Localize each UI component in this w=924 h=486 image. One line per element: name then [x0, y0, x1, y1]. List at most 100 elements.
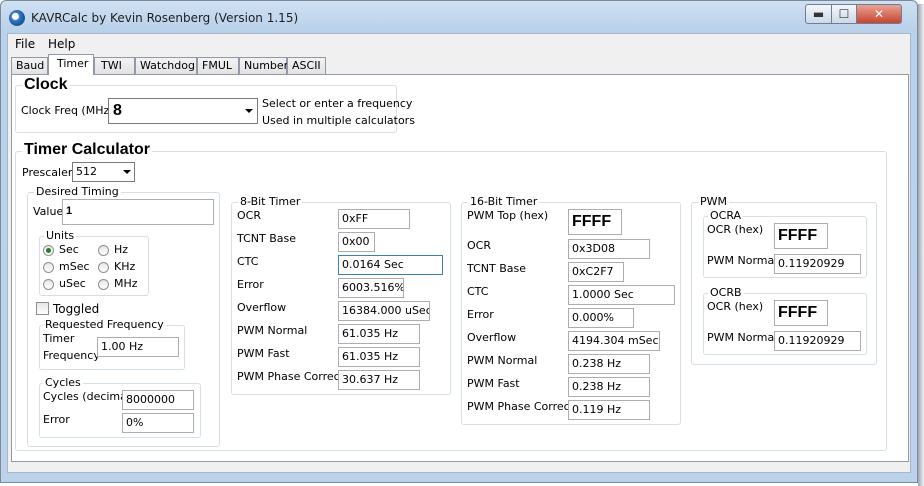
unit-sec-radio[interactable]: [43, 245, 54, 256]
t16-pwm-normal-label: PWM Normal: [467, 354, 537, 367]
desired-timing-title: Desired Timing: [34, 185, 121, 198]
t8-overflow-field[interactable]: 16384.000 uSec: [338, 301, 430, 321]
t16-error-label: Error: [467, 308, 494, 321]
unit-khz-label: KHz: [114, 260, 135, 273]
window-title: KAVRCalc by Kevin Rosenberg (Version 1.1…: [31, 11, 298, 25]
clock-hint-1: Select or enter a frequency: [262, 97, 412, 110]
pwm-title: PWM: [698, 195, 729, 208]
t16-pwm-fast-field[interactable]: 0.238 Hz: [568, 377, 650, 397]
title-bar[interactable]: KAVRCalc by Kevin Rosenberg (Version 1.1…: [1, 1, 917, 31]
menu-help[interactable]: Help: [48, 37, 75, 51]
t8-tcnt-field[interactable]: 0x00: [338, 232, 375, 252]
t8-pwm-phase-field[interactable]: 30.637 Hz: [338, 370, 420, 390]
menu-file[interactable]: File: [15, 37, 35, 51]
t8-error-field[interactable]: 6003.516%: [338, 278, 404, 298]
t8-error-label: Error: [237, 278, 264, 291]
ocrb-title: OCRB: [708, 286, 744, 299]
t8-ctc-label: CTC: [237, 255, 258, 268]
unit-usec-radio[interactable]: [43, 279, 54, 290]
unit-msec-radio[interactable]: [43, 262, 54, 273]
chevron-down-icon[interactable]: [245, 109, 253, 113]
cycles-field[interactable]: 8000000: [122, 390, 194, 410]
desired-value-input[interactable]: 1: [62, 199, 214, 225]
client-area: File Help Baud Timer TWI Watchdog FMUL N…: [7, 33, 911, 473]
unit-khz-radio[interactable]: [98, 262, 109, 273]
prescaler-value: 512: [76, 165, 97, 178]
ocrb-pwm-normal-field[interactable]: 0.11920929: [774, 331, 861, 351]
t8-pwm-phase-label: PWM Phase Correct: [237, 370, 344, 383]
timer-frequency-label-1: Timer: [43, 332, 74, 345]
t8-overflow-label: Overflow: [237, 301, 286, 314]
t8-ctc-field[interactable]: 0.0164 Sec: [338, 255, 443, 275]
t16-pwm-phase-label: PWM Phase Correct: [467, 400, 574, 413]
ocra-title: OCRA: [708, 209, 743, 222]
t8-ocr-label: OCR: [237, 209, 261, 222]
t8-pwm-normal-label: PWM Normal: [237, 324, 307, 337]
clock-group-title: Clock: [22, 76, 70, 94]
t16-top-field[interactable]: FFFF: [568, 209, 622, 235]
maximize-button[interactable]: ☐: [831, 4, 857, 24]
t8-pwm-fast-field[interactable]: 61.035 Hz: [338, 347, 420, 367]
t16-ocr-field[interactable]: 0x3D08: [568, 239, 650, 259]
window-shadow: [918, 4, 924, 486]
ocra-pwm-normal-label: PWM Normal: [707, 254, 777, 267]
timer-frequency-field[interactable]: 1.00 Hz: [97, 337, 179, 357]
toggled-checkbox[interactable]: [36, 302, 49, 315]
t8-tcnt-label: TCNT Base: [237, 232, 296, 245]
ocrb-hex-field[interactable]: FFFF: [774, 300, 828, 326]
minimize-button[interactable]: ▬: [805, 4, 832, 24]
status-bar: [8, 464, 910, 472]
tab-twi[interactable]: TWI: [94, 57, 135, 74]
ocra-hex-field[interactable]: FFFF: [774, 223, 828, 249]
ocra-pwm-normal-field[interactable]: 0.11920929: [774, 254, 861, 274]
clock-hint-2: Used in multiple calculators: [262, 114, 415, 127]
tab-baud[interactable]: Baud: [11, 57, 48, 74]
requested-frequency-title: Requested Frequency: [43, 318, 166, 331]
ocrb-pwm-normal-label: PWM Normal: [707, 331, 777, 344]
units-title: Units: [44, 229, 76, 242]
menu-bar: File Help: [8, 34, 910, 53]
tab-strip: Baud Timer TWI Watchdog FMUL Number ASCI…: [11, 54, 909, 74]
t16-overflow-label: Overflow: [467, 331, 516, 344]
timer-16bit-title: 16-Bit Timer: [468, 195, 539, 208]
close-button[interactable]: ✕: [856, 4, 902, 24]
tab-number[interactable]: Number: [239, 57, 287, 74]
unit-hz-label: Hz: [114, 243, 128, 256]
t8-ocr-field[interactable]: 0xFF: [338, 209, 410, 229]
prescaler-label: Prescaler:: [22, 166, 76, 179]
app-icon: [9, 10, 25, 26]
desired-value-label: Value: [33, 205, 63, 218]
tab-watchdog[interactable]: Watchdog: [135, 57, 197, 74]
t16-ctc-label: CTC: [467, 285, 488, 298]
unit-hz-radio[interactable]: [98, 245, 109, 256]
chevron-down-icon[interactable]: [123, 170, 131, 174]
t16-pwm-fast-label: PWM Fast: [467, 377, 520, 390]
t8-pwm-fast-label: PWM Fast: [237, 347, 290, 360]
t16-ctc-field[interactable]: 1.0000 Sec: [568, 285, 675, 305]
cycles-error-field[interactable]: 0%: [122, 413, 194, 433]
t16-pwm-phase-field[interactable]: 0.119 Hz: [568, 400, 650, 420]
t16-tcnt-field[interactable]: 0xC2F7: [568, 262, 624, 282]
tab-ascii[interactable]: ASCII: [287, 57, 326, 74]
clock-freq-value: 8: [113, 102, 122, 120]
timer-frequency-label-2: Frequency: [43, 349, 100, 362]
unit-sec-label: Sec: [59, 243, 79, 256]
tab-timer[interactable]: Timer: [48, 54, 94, 75]
tab-fmul[interactable]: FMUL: [197, 57, 239, 74]
cycles-title: Cycles: [43, 376, 83, 389]
prescaler-select[interactable]: 512: [72, 162, 135, 182]
unit-mhz-radio[interactable]: [98, 279, 109, 290]
toggled-label: Toggled: [53, 302, 99, 316]
t16-pwm-normal-field[interactable]: 0.238 Hz: [568, 354, 650, 374]
t8-pwm-normal-field[interactable]: 61.035 Hz: [338, 324, 420, 344]
t16-overflow-field[interactable]: 4194.304 mSec: [568, 331, 660, 351]
unit-mhz-label: MHz: [114, 277, 138, 290]
ocrb-hex-label: OCR (hex): [707, 300, 763, 313]
unit-msec-label: mSec: [59, 260, 90, 273]
timer-8bit-title: 8-Bit Timer: [238, 195, 302, 208]
clock-freq-combo[interactable]: 8: [108, 98, 258, 124]
t16-error-field[interactable]: 0.000%: [568, 308, 634, 328]
clock-freq-label: Clock Freq (MHz): [21, 104, 114, 117]
t16-top-label: PWM Top (hex): [467, 209, 548, 222]
timer-tab-page: Clock Clock Freq (MHz) 8 Select or enter…: [11, 74, 909, 462]
